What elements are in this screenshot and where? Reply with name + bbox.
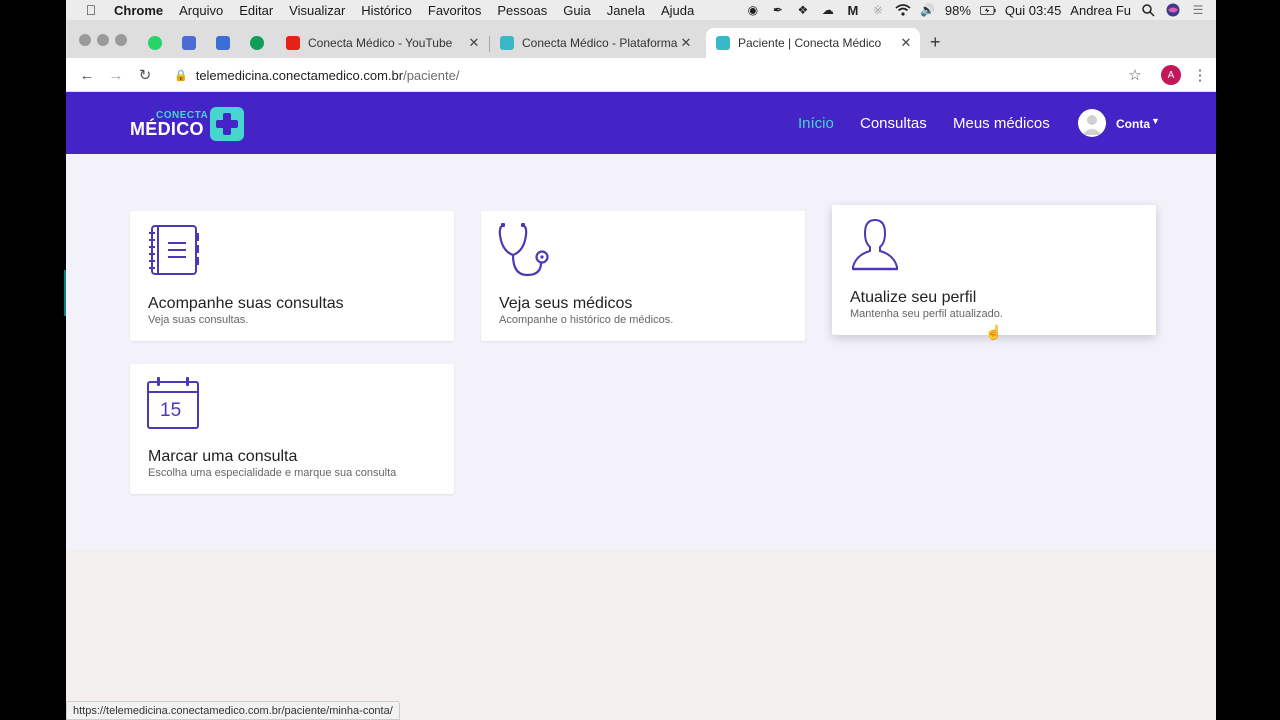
- dashboard-content: Acompanhe suas consultas Veja suas consu…: [66, 154, 1216, 550]
- card-subtitle: Mantenha seu perfil atualizado.: [850, 308, 1003, 320]
- wifi-icon[interactable]: [895, 3, 911, 17]
- card-title: Acompanhe suas consultas: [148, 295, 344, 312]
- tab-youtube[interactable]: Conecta Médico - YouTube ✕: [276, 28, 488, 58]
- menu-janela[interactable]: Janela: [607, 3, 645, 18]
- nav-consultas[interactable]: Consultas: [860, 115, 927, 132]
- menu-editar[interactable]: Editar: [239, 3, 273, 18]
- forward-button[interactable]: →: [105, 64, 127, 86]
- menu-guia[interactable]: Guia: [563, 3, 590, 18]
- profile-avatar[interactable]: A: [1161, 65, 1181, 85]
- lock-icon[interactable]: 🔒: [174, 69, 188, 82]
- dropbox-icon[interactable]: ❖: [795, 3, 811, 17]
- conecta-medico-favicon: [716, 36, 730, 50]
- more-options-icon[interactable]: ⋮: [1189, 64, 1211, 86]
- reload-button[interactable]: ↻: [134, 64, 156, 86]
- close-tab-icon[interactable]: ✕: [678, 35, 694, 51]
- card-subtitle: Veja suas consultas.: [148, 314, 249, 326]
- menu-arquivo[interactable]: Arquivo: [179, 3, 223, 18]
- close-tab-icon[interactable]: ✕: [898, 35, 914, 51]
- card-title: Marcar uma consulta: [148, 448, 298, 465]
- menu-visualizar[interactable]: Visualizar: [289, 3, 345, 18]
- menu-extras: ◉ ✒ ❖ ☁ M ※ 🔊 98% Qui 03:45 Andrea Fu ☰: [745, 3, 1216, 18]
- menu-ajuda[interactable]: Ajuda: [661, 3, 694, 18]
- tab-title: Paciente | Conecta Médico: [738, 36, 882, 50]
- siri-icon[interactable]: [1165, 3, 1181, 17]
- youtube-icon: [286, 36, 300, 50]
- nav-inicio[interactable]: Início: [798, 115, 834, 132]
- tab-title: Conecta Médico - YouTube: [308, 36, 453, 50]
- logo-text-main: MÉDICO: [130, 119, 204, 139]
- close-window-button[interactable]: [79, 34, 91, 46]
- clock[interactable]: Qui 03:45: [1005, 3, 1061, 18]
- web-page: CONECTA MÉDICO Início Consultas Meus méd…: [66, 92, 1216, 720]
- menu-app-name[interactable]: Chrome: [114, 3, 163, 18]
- bluetooth-icon[interactable]: ※: [870, 3, 886, 17]
- logo-plus-icon: [210, 107, 244, 141]
- whatsapp-icon: [148, 36, 162, 50]
- account-menu[interactable]: Conta: [1116, 117, 1150, 131]
- tab-strip: Conecta Médico - YouTube ✕ Conecta Médic…: [66, 20, 1216, 58]
- card-title: Atualize seu perfil: [850, 289, 977, 306]
- hand-cursor-icon: ☝: [985, 324, 1003, 340]
- account-avatar[interactable]: [1078, 109, 1106, 137]
- card-veja-medicos[interactable]: Veja seus médicos Acompanhe o histórico …: [481, 211, 805, 341]
- site-header: CONECTA MÉDICO Início Consultas Meus méd…: [66, 92, 1216, 154]
- screen:  Chrome Arquivo Editar Visualizar Histó…: [0, 0, 1280, 720]
- close-tab-icon[interactable]: ✕: [466, 35, 482, 51]
- tab-paciente[interactable]: Paciente | Conecta Médico ✕: [706, 28, 920, 58]
- card-acompanhe-consultas[interactable]: Acompanhe suas consultas Veja suas consu…: [130, 211, 454, 341]
- window-edge-accent: [64, 270, 66, 316]
- caret-down-icon[interactable]: ▼: [1151, 116, 1160, 126]
- new-tab-button[interactable]: +: [930, 32, 941, 53]
- apple-icon[interactable]: : [80, 2, 102, 18]
- record-icon[interactable]: ◉: [745, 3, 761, 17]
- link-status-bar: https://telemedicina.conectamedico.com.b…: [66, 701, 400, 720]
- stethoscope-icon: [498, 223, 549, 277]
- trello-icon: [216, 36, 230, 50]
- card-subtitle: Acompanhe o histórico de médicos.: [499, 314, 674, 326]
- tab-title: Conecta Médico - Plataforma d: [522, 36, 678, 50]
- url-path: /paciente/: [403, 67, 460, 83]
- battery-icon[interactable]: [979, 3, 996, 17]
- volume-icon[interactable]: 🔊: [920, 3, 936, 17]
- pinned-tab-hangouts[interactable]: [243, 31, 271, 55]
- battery-percent: 98%: [944, 2, 971, 18]
- card-marcar-consulta[interactable]: 15 Marcar uma consulta Escolha uma espec…: [130, 364, 454, 494]
- cloud-icon[interactable]: ☁: [820, 3, 836, 17]
- card-title: Veja seus médicos: [499, 295, 633, 312]
- pinned-tab-trello[interactable]: [209, 31, 237, 55]
- menu-historico[interactable]: Histórico: [361, 3, 412, 18]
- conecta-medico-favicon: [500, 36, 514, 50]
- minimize-window-button[interactable]: [97, 34, 109, 46]
- hangouts-icon: [250, 36, 264, 50]
- menu-pessoas[interactable]: Pessoas: [497, 3, 547, 18]
- zoom-window-button[interactable]: [115, 34, 127, 46]
- feather-icon[interactable]: ✒: [770, 3, 786, 17]
- notification-center-icon[interactable]: ☰: [1190, 3, 1206, 17]
- tab-plataforma[interactable]: Conecta Médico - Plataforma d ✕: [490, 28, 700, 58]
- user-name[interactable]: Andrea Fu: [1070, 3, 1131, 18]
- bookmark-star-icon[interactable]: ☆: [1124, 64, 1146, 86]
- pinned-tab-pocket[interactable]: [175, 31, 203, 55]
- browser-toolbar: ← → ↻ 🔒 telemedicina.conectamedico.com.b…: [66, 58, 1216, 92]
- user-profile-icon: [852, 218, 898, 271]
- notebook-icon: [149, 225, 199, 275]
- pinned-tab-whatsapp[interactable]: [141, 31, 169, 55]
- card-atualize-perfil[interactable]: Atualize seu perfil Mantenha seu perfil …: [832, 205, 1156, 335]
- address-bar[interactable]: 🔒 telemedicina.conectamedico.com.br/paci…: [166, 62, 1146, 88]
- spotlight-search-icon[interactable]: [1140, 3, 1156, 17]
- conecta-medico-logo[interactable]: CONECTA MÉDICO: [130, 105, 246, 143]
- pocket-icon: [182, 36, 196, 50]
- menu-bar:  Chrome Arquivo Editar Visualizar Histó…: [66, 0, 1216, 20]
- malwarebytes-icon[interactable]: M: [845, 3, 861, 18]
- card-subtitle: Escolha uma especialidade e marque sua c…: [148, 467, 397, 479]
- url-host: telemedicina.conectamedico.com.br: [195, 67, 404, 83]
- calendar-day-number: 15: [160, 400, 182, 421]
- menu-favoritos[interactable]: Favoritos: [428, 3, 481, 18]
- nav-meus-medicos[interactable]: Meus médicos: [953, 115, 1050, 132]
- back-button[interactable]: ←: [76, 64, 98, 86]
